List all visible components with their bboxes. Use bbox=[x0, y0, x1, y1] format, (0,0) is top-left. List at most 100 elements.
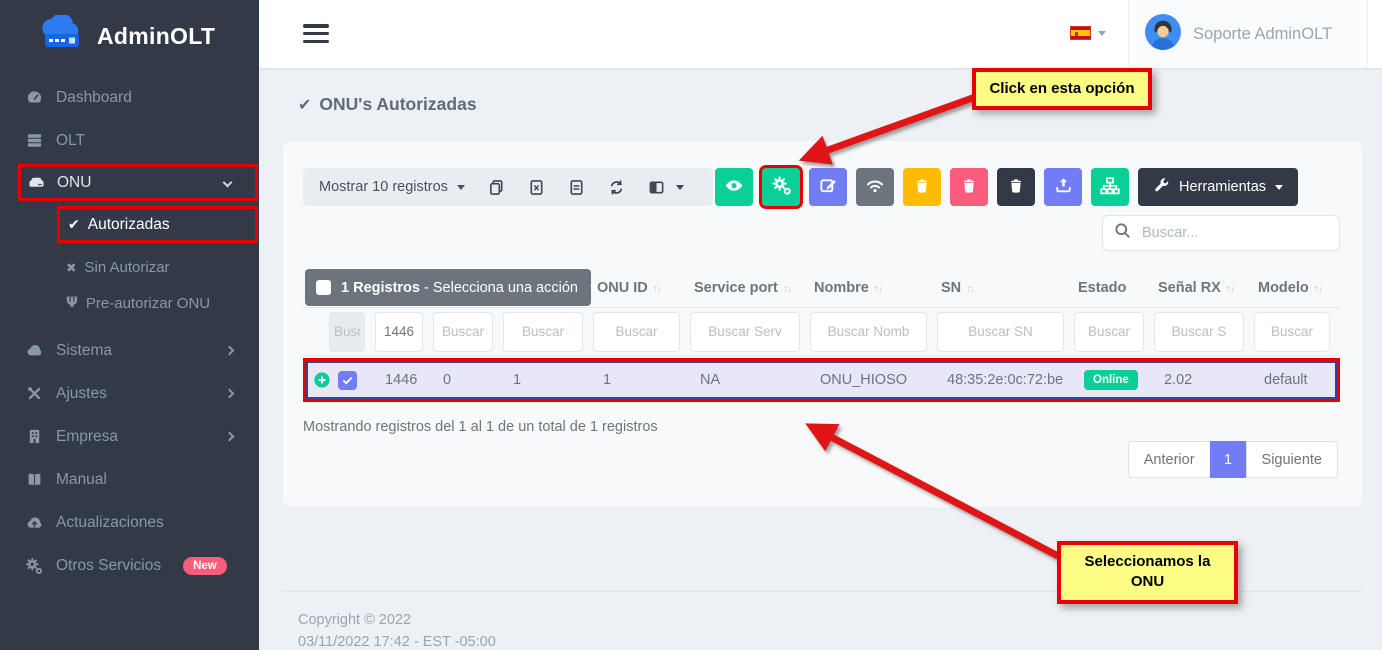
sort-icon: ↑↓ bbox=[1226, 284, 1234, 295]
app-logo[interactable]: AdminOLT bbox=[0, 0, 259, 68]
bulk-action-dropdown[interactable]: 1 Registros - Selecciona una acción bbox=[305, 269, 591, 306]
filter-input[interactable] bbox=[433, 312, 493, 352]
page-length-label: Mostrar 10 registros bbox=[319, 179, 448, 195]
delete-warning-button[interactable] bbox=[903, 168, 941, 206]
file-export-button[interactable] bbox=[568, 179, 585, 196]
chevron-down-icon bbox=[1275, 185, 1283, 190]
sidebar-item-label: Sin Autorizar bbox=[84, 259, 169, 276]
column-header-senal-rx[interactable]: Señal RX↑↓ bbox=[1154, 280, 1254, 296]
tools-icon bbox=[25, 385, 43, 402]
logo-icon bbox=[36, 15, 88, 58]
search-icon bbox=[1114, 222, 1131, 244]
row-checkbox[interactable] bbox=[338, 371, 357, 390]
pagination-page-1[interactable]: 1 bbox=[1210, 441, 1247, 478]
herramientas-dropdown[interactable]: Herramientas bbox=[1138, 168, 1298, 206]
column-visibility-button[interactable] bbox=[648, 179, 684, 196]
delete-danger-button[interactable] bbox=[950, 168, 988, 206]
delete-dark-button[interactable] bbox=[997, 168, 1035, 206]
chevron-right-icon bbox=[225, 432, 235, 442]
menu-toggle-button[interactable] bbox=[303, 24, 329, 47]
user-menu[interactable]: Soporte AdminOLT bbox=[1128, 0, 1368, 68]
edit-icon bbox=[819, 176, 838, 198]
table-row[interactable]: 1446 0 1 1 NA ONU_HIOSO 48:35:2e:0c:72:b… bbox=[306, 361, 1337, 399]
building-icon bbox=[25, 428, 43, 445]
sidebar-item-label: Sistema bbox=[56, 342, 112, 360]
column-header-service-port[interactable]: Service port↑↓ bbox=[690, 280, 810, 296]
sidebar-item-label: Pre-autorizar ONU bbox=[86, 295, 210, 312]
excel-export-button[interactable] bbox=[528, 179, 545, 196]
sidebar-item-autorizadas[interactable]: ✔ Autorizadas bbox=[57, 206, 258, 243]
table-filter-row bbox=[303, 308, 1340, 356]
sidebar-item-dashboard[interactable]: Dashboard bbox=[0, 76, 259, 119]
sidebar-item-label: ONU bbox=[57, 174, 91, 192]
chevron-down-icon bbox=[590, 285, 598, 290]
sidebar-item-sistema[interactable]: Sistema bbox=[0, 329, 259, 372]
filter-input-modelo[interactable] bbox=[1254, 312, 1330, 352]
page-title-text: ONU's Autorizadas bbox=[319, 94, 476, 115]
copy-button[interactable] bbox=[488, 179, 505, 196]
sidebar-item-actualizaciones[interactable]: Actualizaciones bbox=[0, 501, 259, 544]
filter-input-senal[interactable] bbox=[1154, 312, 1244, 352]
filter-input-onu-id[interactable] bbox=[593, 312, 680, 352]
column-header-onu-id[interactable]: ONU ID↑↓ bbox=[593, 280, 690, 296]
sidebar-item-onu[interactable]: ONU bbox=[18, 164, 258, 201]
pagination-next[interactable]: Siguiente bbox=[1246, 441, 1338, 478]
avatar bbox=[1145, 14, 1181, 55]
check-icon: ✔ bbox=[298, 95, 311, 114]
sidebar-item-label: Empresa bbox=[56, 428, 118, 446]
refresh-button[interactable] bbox=[608, 179, 625, 196]
wifi-icon bbox=[865, 176, 885, 199]
sort-icon: ↑↓ bbox=[966, 284, 974, 295]
sidebar-item-manual[interactable]: Manual bbox=[0, 458, 259, 501]
column-header-nombre[interactable]: Nombre↑↓ bbox=[810, 280, 937, 296]
sidebar-item-label: Actualizaciones bbox=[56, 514, 164, 532]
search-input[interactable] bbox=[1140, 224, 1328, 242]
annotation-note-select-onu: Seleccionamos la ONU bbox=[1057, 541, 1238, 604]
select-all-checkbox[interactable] bbox=[316, 280, 331, 295]
edit-button[interactable] bbox=[809, 168, 847, 206]
table-toolbar: Mostrar 10 registros bbox=[303, 168, 713, 206]
table-info: Mostrando registros del 1 al 1 de un tot… bbox=[303, 419, 658, 435]
new-badge: New bbox=[183, 557, 227, 575]
column-header-modelo[interactable]: Modelo↑↓ bbox=[1254, 280, 1340, 296]
annotation-note-click-option: Click en esta opción bbox=[972, 68, 1152, 110]
filter-input-id[interactable] bbox=[375, 312, 423, 352]
book-icon bbox=[25, 471, 43, 488]
sidebar-item-empresa[interactable]: Empresa bbox=[0, 415, 259, 458]
sort-icon: ↑↓ bbox=[1314, 284, 1322, 295]
spain-flag-icon bbox=[1070, 26, 1091, 40]
filter-input-estado[interactable] bbox=[1074, 312, 1144, 352]
upload-button[interactable] bbox=[1044, 168, 1082, 206]
column-header-sn[interactable]: SN↑↓ bbox=[937, 280, 1074, 296]
configure-button[interactable] bbox=[762, 168, 800, 206]
column-header-estado[interactable]: Estado bbox=[1074, 280, 1154, 296]
cell-nombre: ONU_HIOSO bbox=[815, 372, 942, 388]
pagination-prev[interactable]: Anterior bbox=[1128, 441, 1211, 478]
language-selector[interactable] bbox=[1070, 26, 1106, 40]
view-button[interactable] bbox=[715, 168, 753, 206]
network-button[interactable] bbox=[1091, 168, 1129, 206]
datetime-text: 03/11/2022 17:42 - EST -05:00 bbox=[298, 632, 1362, 650]
filter-input-sn[interactable] bbox=[937, 312, 1064, 352]
sidebar-item-olt[interactable]: OLT bbox=[0, 119, 259, 162]
sidebar-item-sin-autorizar[interactable]: ✖ Sin Autorizar bbox=[0, 249, 259, 285]
sidebar-item-ajustes[interactable]: Ajustes bbox=[0, 372, 259, 415]
page-title: ✔ ONU's Autorizadas bbox=[298, 94, 477, 115]
x-icon: ✖ bbox=[66, 260, 76, 275]
sitemap-icon bbox=[1100, 176, 1120, 199]
cell: 0 bbox=[438, 372, 508, 388]
expand-row-icon[interactable] bbox=[313, 371, 334, 389]
trash-icon bbox=[1007, 177, 1025, 198]
filter-input-nombre[interactable] bbox=[810, 312, 927, 352]
wifi-button[interactable] bbox=[856, 168, 894, 206]
filter-input[interactable] bbox=[503, 312, 583, 352]
topbar: Soporte AdminOLT bbox=[259, 0, 1382, 68]
sidebar-item-pre-autorizar[interactable]: Ψ Pre-autorizar ONU bbox=[0, 285, 259, 321]
sort-icon: ↑↓ bbox=[783, 284, 791, 295]
filter-input-service-port[interactable] bbox=[690, 312, 800, 352]
chevron-down-icon bbox=[676, 185, 684, 190]
page-length-select[interactable]: Mostrar 10 registros bbox=[319, 179, 465, 195]
sidebar-item-otros-servicios[interactable]: Otros Servicios New bbox=[0, 544, 259, 587]
sidebar-item-label: Ajustes bbox=[56, 385, 107, 403]
herramientas-label: Herramientas bbox=[1179, 179, 1266, 195]
